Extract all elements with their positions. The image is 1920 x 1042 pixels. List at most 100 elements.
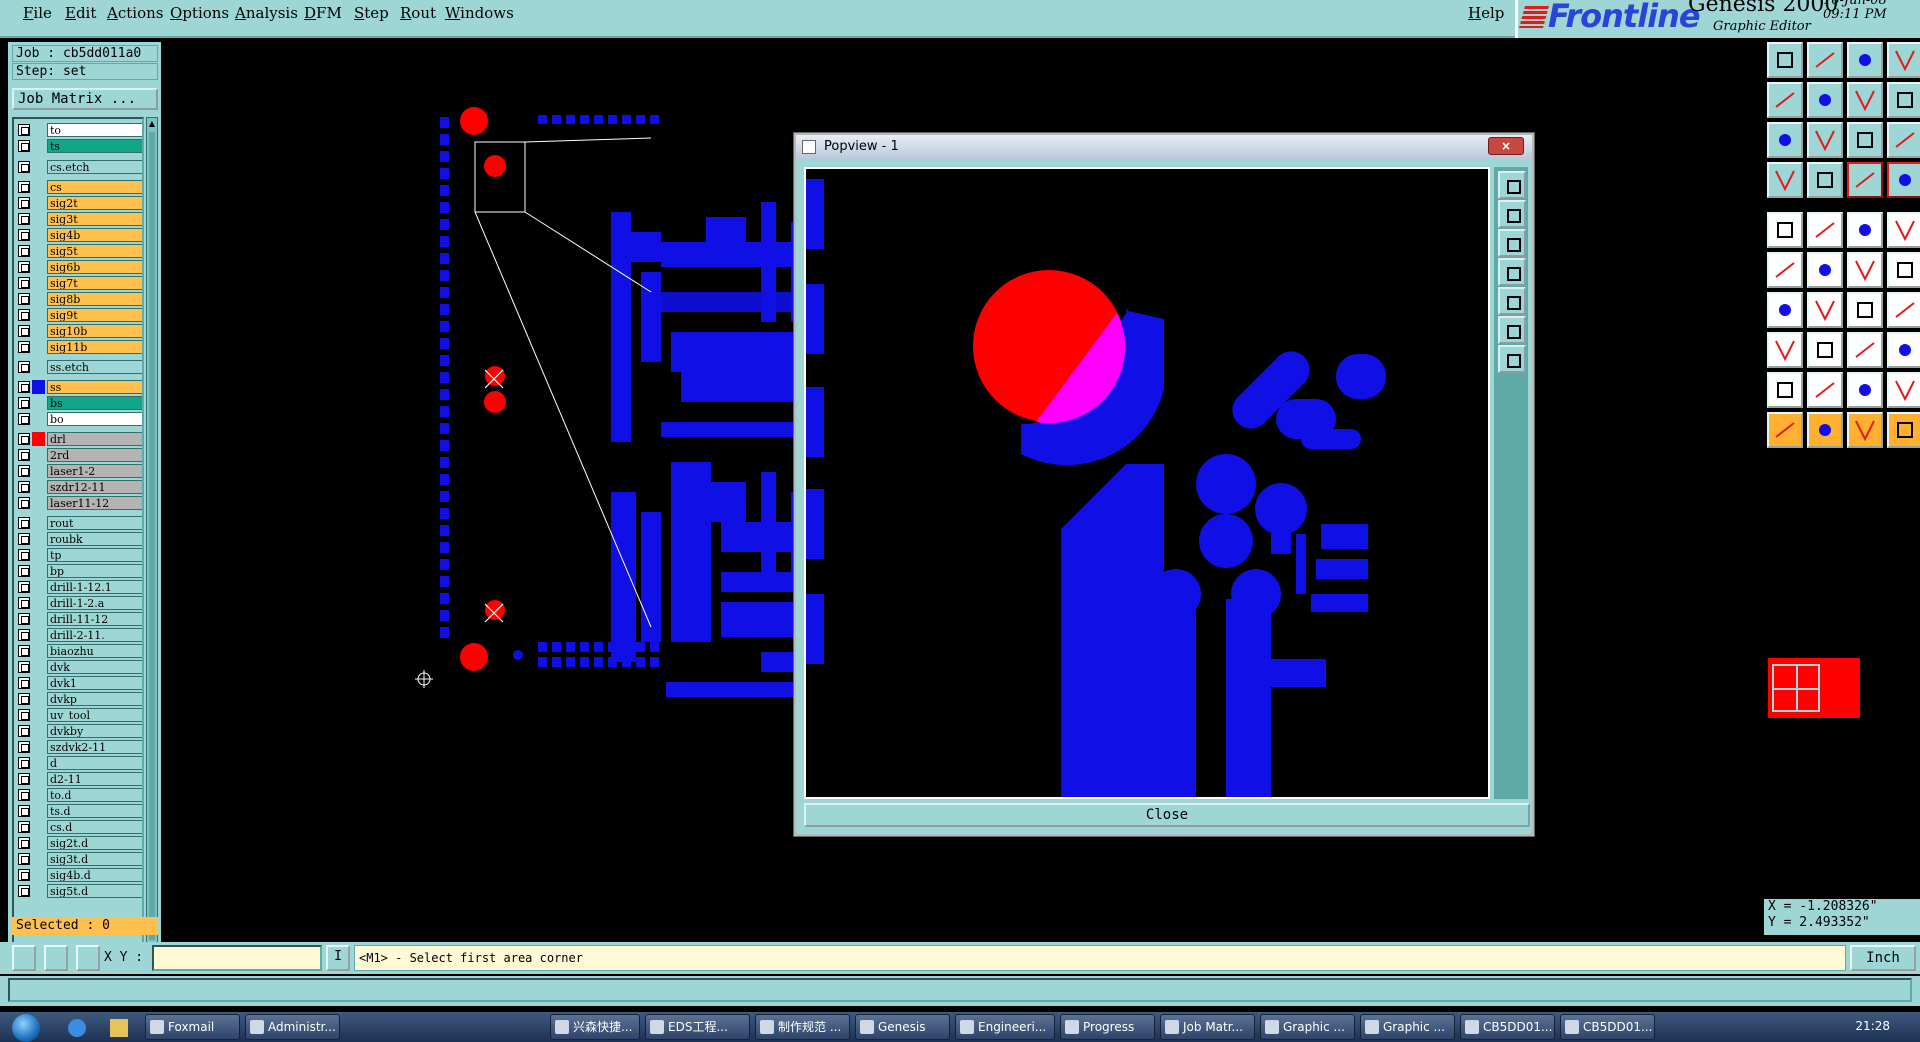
layer-color-swatch[interactable]: [32, 660, 45, 674]
layer-checkbox[interactable]: [18, 497, 30, 509]
layer-name[interactable]: szdr12-11: [47, 480, 142, 494]
layer-row[interactable]: sig3t.d: [16, 852, 142, 866]
layer-color-swatch[interactable]: [32, 139, 45, 153]
layer-name[interactable]: drill-1-2.a: [47, 596, 142, 610]
layer-row[interactable]: szdvk2-11: [16, 740, 142, 754]
layer-checkbox[interactable]: [18, 533, 30, 545]
tool-button-r9-c2-icon[interactable]: [1807, 372, 1843, 408]
layer-checkbox[interactable]: [18, 629, 30, 641]
tool-button-r8-c4-icon[interactable]: [1887, 332, 1920, 368]
layer-name[interactable]: to: [47, 123, 142, 137]
menu-windows[interactable]: Windows: [445, 4, 514, 22]
snap-mode-button[interactable]: [12, 945, 36, 971]
layer-name[interactable]: sig4b.d: [47, 868, 142, 882]
layer-checkbox[interactable]: [18, 261, 30, 273]
layer-row[interactable]: ss.etch: [16, 360, 142, 374]
layer-checkbox[interactable]: [18, 597, 30, 609]
taskbar-item[interactable]: Graphic ...: [1260, 1014, 1355, 1040]
tool-button-r10-c1-icon[interactable]: [1767, 412, 1803, 448]
taskbar-item[interactable]: Graphic ...: [1360, 1014, 1455, 1040]
layer-row[interactable]: sig6b: [16, 260, 142, 274]
layer-row[interactable]: d2-11: [16, 772, 142, 786]
layer-color-swatch[interactable]: [32, 772, 45, 786]
layer-color-swatch[interactable]: [32, 580, 45, 594]
tool-button-r10-c4-icon[interactable]: [1887, 412, 1920, 448]
taskbar-item[interactable]: Engineeri...: [955, 1014, 1055, 1040]
menu-actions[interactable]: Actions: [107, 4, 163, 22]
layer-name[interactable]: dvkby: [47, 724, 142, 738]
layer-checkbox[interactable]: [18, 140, 30, 152]
layer-row[interactable]: ts: [16, 139, 142, 153]
folder-icon[interactable]: [110, 1019, 128, 1037]
menu-edit[interactable]: Edit: [65, 4, 96, 22]
tool-button-r4-c1-icon[interactable]: [1767, 162, 1803, 198]
layer-row[interactable]: ts.d: [16, 804, 142, 818]
layer-name[interactable]: 2rd: [47, 448, 142, 462]
layer-row[interactable]: tp: [16, 548, 142, 562]
menu-analysis[interactable]: Analysis: [235, 4, 298, 22]
layer-row[interactable]: biaozhu: [16, 644, 142, 658]
layer-color-swatch[interactable]: [32, 756, 45, 770]
taskbar-item[interactable]: Administr...: [245, 1014, 340, 1040]
layer-name[interactable]: roubk: [47, 532, 142, 546]
layer-color-swatch[interactable]: [32, 244, 45, 258]
layer-color-swatch[interactable]: [32, 804, 45, 818]
layer-name[interactable]: dvkp: [47, 692, 142, 706]
layer-name[interactable]: sig9t: [47, 308, 142, 322]
layer-name[interactable]: uv_tool: [47, 708, 142, 722]
tool-button-r3-c3-icon[interactable]: [1847, 122, 1883, 158]
layer-row[interactable]: cs.d: [16, 820, 142, 834]
layer-row[interactable]: sig10b: [16, 324, 142, 338]
layer-color-swatch[interactable]: [32, 276, 45, 290]
layer-color-swatch[interactable]: [32, 628, 45, 642]
job-matrix-button[interactable]: Job Matrix ...: [12, 88, 158, 110]
popview-tool-3[interactable]: [1498, 229, 1526, 257]
layer-row[interactable]: drill-2-11.: [16, 628, 142, 642]
layer-name[interactable]: dvk1: [47, 676, 142, 690]
layer-color-swatch[interactable]: [32, 564, 45, 578]
layer-row[interactable]: sig8b: [16, 292, 142, 306]
layer-name[interactable]: ts.d: [47, 804, 142, 818]
layer-name[interactable]: biaozhu: [47, 644, 142, 658]
popview-tool-4[interactable]: [1498, 258, 1526, 286]
layer-name[interactable]: sig4b: [47, 228, 142, 242]
layer-name[interactable]: d2-11: [47, 772, 142, 786]
popview-tool-6[interactable]: [1498, 316, 1526, 344]
layer-row[interactable]: sig4b.d: [16, 868, 142, 882]
layer-checkbox[interactable]: [18, 661, 30, 673]
menu-file[interactable]: File: [23, 4, 52, 22]
layer-name[interactable]: sig2t.d: [47, 836, 142, 850]
layer-color-swatch[interactable]: [32, 676, 45, 690]
layer-checkbox[interactable]: [18, 565, 30, 577]
layer-row[interactable]: sig4b: [16, 228, 142, 242]
layer-row[interactable]: sig5t.d: [16, 884, 142, 898]
layer-name[interactable]: tp: [47, 548, 142, 562]
taskbar-item[interactable]: EDS工程...: [645, 1014, 750, 1040]
layer-color-swatch[interactable]: [32, 123, 45, 137]
units-selector[interactable]: Inch: [1850, 945, 1916, 971]
layer-color-swatch[interactable]: [32, 480, 45, 494]
layer-checkbox[interactable]: [18, 481, 30, 493]
layer-checkbox[interactable]: [18, 549, 30, 561]
popview-titlebar[interactable]: Popview - 1 ×: [796, 135, 1532, 159]
layer-row[interactable]: sig7t: [16, 276, 142, 290]
layer-name[interactable]: sig8b: [47, 292, 142, 306]
layer-checkbox[interactable]: [18, 277, 30, 289]
layer-color-swatch[interactable]: [32, 516, 45, 530]
layer-name[interactable]: sig7t: [47, 276, 142, 290]
popview-close-button[interactable]: Close: [804, 803, 1530, 827]
layer-checkbox[interactable]: [18, 757, 30, 769]
layer-row[interactable]: drill-1-12.1: [16, 580, 142, 594]
layer-name[interactable]: cs.d: [47, 820, 142, 834]
layer-color-swatch[interactable]: [32, 868, 45, 882]
layer-checkbox[interactable]: [18, 709, 30, 721]
layer-color-swatch[interactable]: [32, 788, 45, 802]
tool-button-r10-c3-icon[interactable]: [1847, 412, 1883, 448]
layer-name[interactable]: sig5t.d: [47, 884, 142, 898]
tool-button-r2-c4-icon[interactable]: [1887, 82, 1920, 118]
layer-color-swatch[interactable]: [32, 412, 45, 426]
layer-name[interactable]: bs: [47, 396, 142, 410]
layer-row[interactable]: dvk1: [16, 676, 142, 690]
tool-button-r1-c3-icon[interactable]: [1847, 42, 1883, 78]
layer-checkbox[interactable]: [18, 677, 30, 689]
